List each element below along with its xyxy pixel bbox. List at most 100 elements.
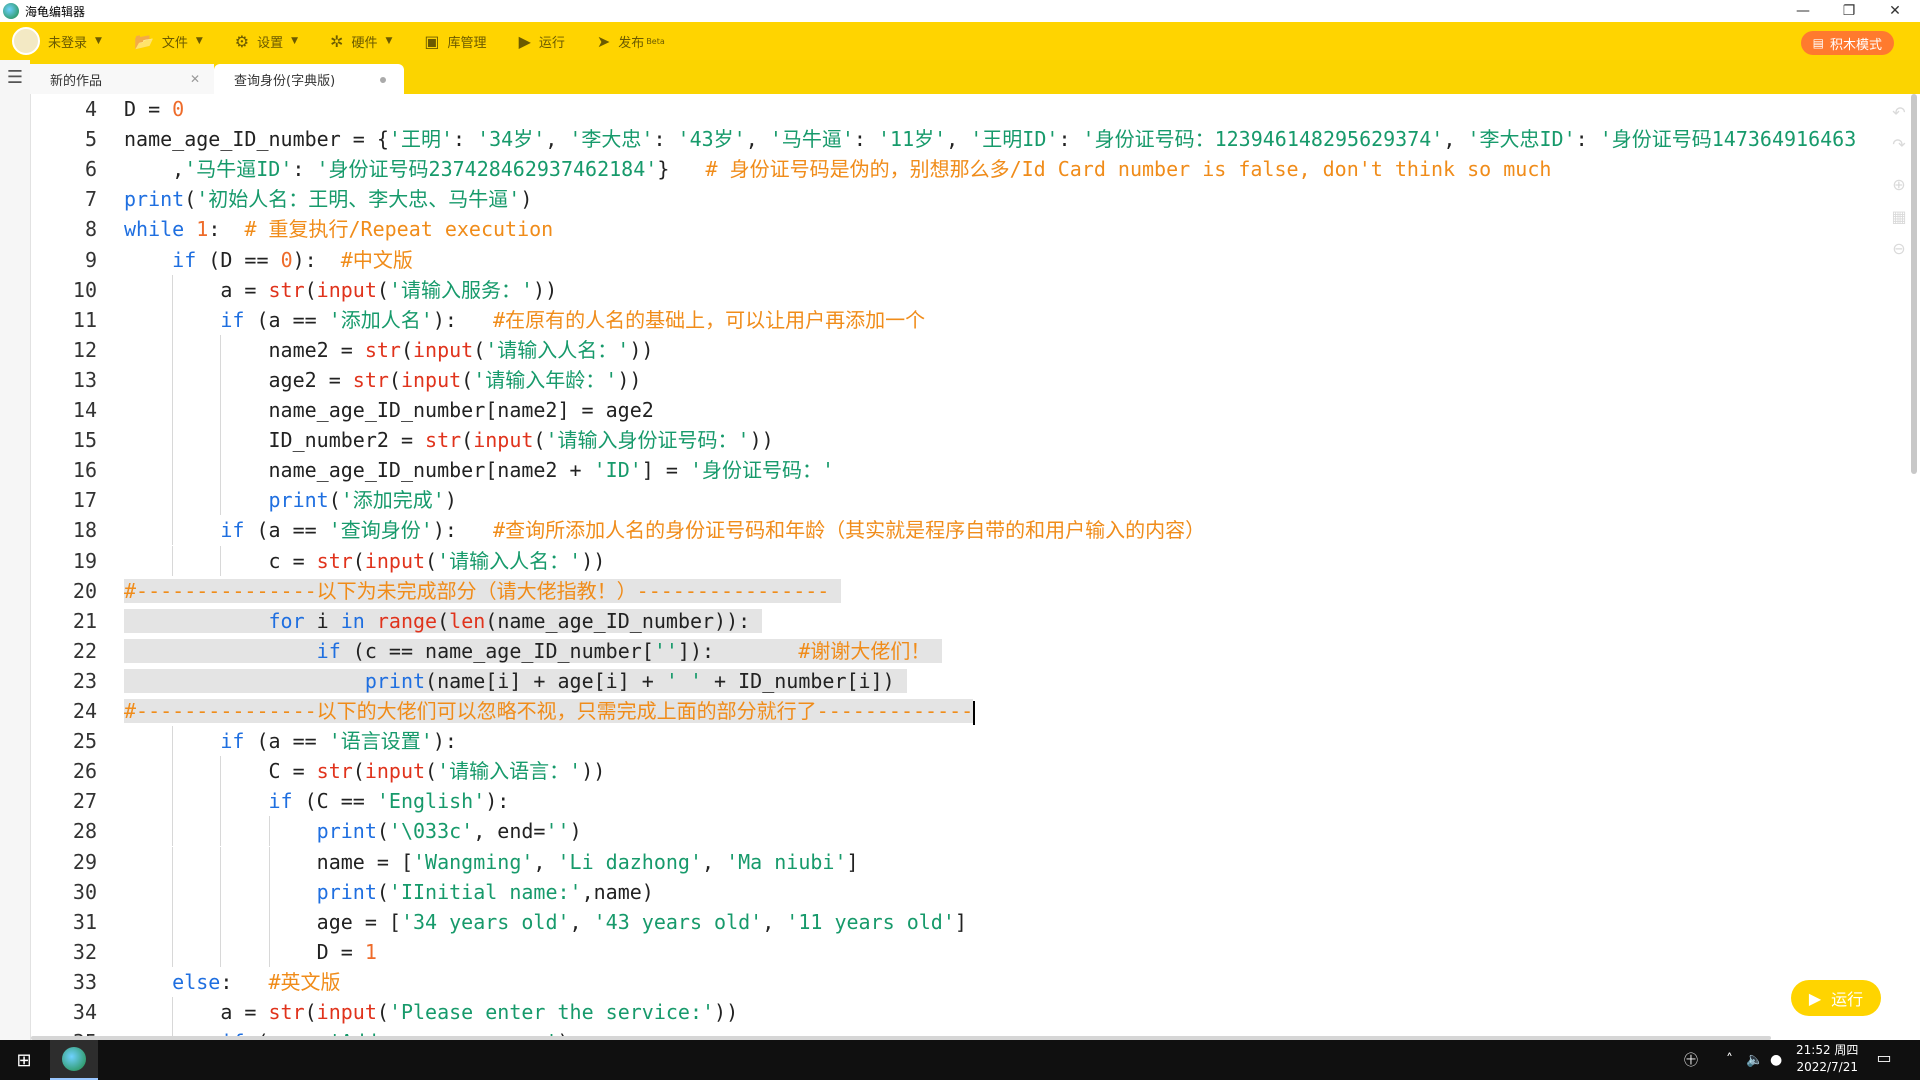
code-text[interactable]: if (a == '语言设置'): bbox=[124, 726, 457, 756]
code-line[interactable]: 23 print(name[i] + age[i] + ' ' + ID_num… bbox=[31, 666, 1908, 696]
tray-expand-icon[interactable]: ˄ bbox=[1726, 1040, 1733, 1080]
code-text[interactable]: D = 1 bbox=[124, 937, 377, 967]
code-line[interactable]: 27 if (C == 'English'): bbox=[31, 786, 1908, 817]
code-line[interactable]: 11 if (a == '添加人名'): #在原有的人名的基础上，可以让用户再添… bbox=[31, 304, 1908, 335]
code-line[interactable]: 8 while 1: # 重复执行/Repeat execution bbox=[31, 214, 1908, 244]
redo-icon[interactable]: ↷ bbox=[1890, 136, 1908, 154]
code-line[interactable]: 21 for i in range(len(name_age_ID_number… bbox=[31, 606, 1908, 636]
tray-app-icon[interactable]: ● bbox=[1770, 1040, 1782, 1080]
code-line[interactable]: 31 age = ['34 years old', '43 years old'… bbox=[31, 906, 1908, 937]
line-number: 7 bbox=[84, 187, 97, 212]
code-line[interactable]: 22 if (c == name_age_ID_number['']): #谢谢… bbox=[31, 636, 1908, 666]
hamburger-menu-icon[interactable]: ☰ bbox=[0, 60, 30, 94]
code-text[interactable]: if (a == 'Add a person name'): bbox=[124, 1027, 581, 1036]
code-line[interactable]: 26 C = str(input('请输入语言：')) bbox=[31, 756, 1908, 787]
code-line[interactable]: 34 a = str(input('Please enter the servi… bbox=[31, 997, 1908, 1027]
code-text[interactable]: age = ['34 years old', '43 years old', '… bbox=[124, 907, 967, 937]
code-line[interactable]: 25 if (a == '语言设置'): bbox=[31, 726, 1908, 757]
code-line[interactable]: 17 print('添加完成') bbox=[31, 485, 1908, 516]
code-line[interactable]: 19 c = str(input('请输入人名：')) bbox=[31, 545, 1908, 576]
code-text[interactable]: print('\033c', end='') bbox=[124, 816, 582, 846]
zoom-in-icon[interactable]: ⊕ bbox=[1890, 176, 1908, 194]
code-text[interactable]: print('初始人名：王明、李大忠、马牛逼') bbox=[124, 184, 532, 214]
code-line[interactable]: 10 a = str(input('请输入服务：')) bbox=[31, 274, 1908, 305]
code-text[interactable]: D = 0 bbox=[124, 94, 184, 124]
windows-start-icon[interactable]: ⊞ bbox=[0, 1040, 48, 1080]
notification-icon[interactable]: ▭ bbox=[1872, 1048, 1896, 1072]
code-text[interactable]: #---------------以下的大佬们可以忽略不视，只需完成上面的部分就行… bbox=[124, 696, 976, 726]
tab-new-work[interactable]: 新的作品 ✕ bbox=[30, 64, 214, 94]
code-line[interactable]: 29 name = ['Wangming', 'Li dazhong', 'Ma… bbox=[31, 846, 1908, 877]
code-line[interactable]: 6 ,'马牛逼ID': '身份证号码237428462937462184'} #… bbox=[31, 154, 1908, 184]
code-text[interactable]: print('IInitial name:',name) bbox=[124, 877, 654, 907]
code-text[interactable]: for i in range(len(name_age_ID_number)): bbox=[124, 606, 763, 636]
code-line[interactable]: 20 #---------------以下为未完成部分（请大佬指教！）------… bbox=[31, 576, 1908, 606]
volume-icon[interactable]: 🔈 bbox=[1746, 1040, 1763, 1080]
vertical-scrollbar[interactable] bbox=[1911, 94, 1917, 474]
code-line[interactable]: 24 #---------------以下的大佬们可以忽略不视，只需完成上面的部分… bbox=[31, 696, 1908, 726]
code-line[interactable]: 28 print('\033c', end='') bbox=[31, 816, 1908, 847]
code-line[interactable]: 4 D = 0 bbox=[31, 94, 1908, 124]
code-line[interactable]: 7 print('初始人名：王明、李大忠、马牛逼') bbox=[31, 184, 1908, 214]
code-text[interactable]: while 1: # 重复执行/Repeat execution bbox=[124, 214, 553, 244]
code-text[interactable]: name_age_ID_number = {'王明': '34岁', '李大忠'… bbox=[124, 124, 1856, 154]
undo-icon[interactable]: ↶ bbox=[1890, 104, 1908, 122]
code-text[interactable]: name_age_ID_number[name2 + 'ID'] = '身份证号… bbox=[124, 455, 834, 485]
tab-query-identity[interactable]: 查询身份(字典版) bbox=[214, 64, 404, 94]
unsaved-dot-icon[interactable] bbox=[380, 77, 386, 83]
settings-menu[interactable]: ⚙ 设置 ▼ bbox=[235, 22, 298, 60]
code-line[interactable]: 5 name_age_ID_number = {'王明': '34岁', '李大忠… bbox=[31, 124, 1908, 154]
code-text[interactable]: age2 = str(input('请输入年龄：')) bbox=[124, 365, 641, 395]
avatar[interactable] bbox=[12, 27, 40, 55]
code-text[interactable]: a = str(input('Please enter the service:… bbox=[124, 997, 738, 1027]
code-line[interactable]: 14 name_age_ID_number[name2] = age2 bbox=[31, 395, 1908, 425]
close-window-button[interactable]: ✕ bbox=[1872, 0, 1918, 22]
code-text[interactable]: c = str(input('请输入人名：')) bbox=[124, 546, 605, 576]
line-number: 11 bbox=[72, 307, 97, 332]
code-text[interactable]: else: #英文版 bbox=[124, 967, 340, 997]
code-line[interactable]: 33 else: #英文版 bbox=[31, 967, 1908, 997]
code-text[interactable]: C = str(input('请输入语言：')) bbox=[124, 756, 605, 786]
taskbar-clock[interactable]: 21:52 周四 2022/7/21 bbox=[1796, 1042, 1858, 1076]
code-line[interactable]: 15 ID_number2 = str(input('请输入身份证号码：')) bbox=[31, 425, 1908, 456]
file-menu[interactable]: 📂 文件 ▼ bbox=[134, 22, 203, 60]
login-menu[interactable]: 未登录 ▼ bbox=[48, 22, 102, 60]
code-line[interactable]: 32 D = 1 bbox=[31, 936, 1908, 967]
ime-icon[interactable]: ㊉ bbox=[1684, 1040, 1698, 1080]
code-text[interactable]: print('添加完成') bbox=[124, 485, 457, 515]
line-number: 21 bbox=[72, 608, 97, 633]
minimize-button[interactable]: — bbox=[1780, 0, 1826, 22]
code-text[interactable]: if (c == name_age_ID_number['']): #谢谢大佬们… bbox=[124, 636, 943, 666]
code-text[interactable]: if (a == '查询身份'): #查询所添加人名的身份证号码和年龄（其实就是… bbox=[124, 515, 1205, 545]
toolbar-run-button[interactable]: ▶ 运行 bbox=[519, 22, 565, 60]
code-editor[interactable]: 4 D = 0 5 name_age_ID_number = {'王明': '34岁'… bbox=[31, 94, 1908, 1036]
code-line[interactable]: 12 name2 = str(input('请输入人名：')) bbox=[31, 334, 1908, 365]
zoom-out-icon[interactable]: ⊖ bbox=[1890, 240, 1908, 258]
code-text[interactable]: name = ['Wangming', 'Li dazhong', 'Ma ni… bbox=[124, 847, 859, 877]
taskbar-app-turtle-editor[interactable] bbox=[50, 1040, 98, 1080]
code-text[interactable]: a = str(input('请输入服务：')) bbox=[124, 275, 557, 305]
code-line[interactable]: 35 if (a == 'Add a person name'): bbox=[31, 1027, 1908, 1036]
block-mode-button[interactable]: ▤ 积木模式 bbox=[1800, 31, 1894, 55]
code-line[interactable]: 9 if (D == 0): #中文版 bbox=[31, 245, 1908, 275]
run-button[interactable]: ▶ 运行 bbox=[1791, 980, 1881, 1016]
code-text[interactable]: if (C == 'English'): bbox=[124, 786, 510, 816]
code-text[interactable]: #---------------以下为未完成部分（请大佬指教！）--------… bbox=[124, 576, 842, 606]
code-text[interactable]: if (D == 0): #中文版 bbox=[124, 245, 413, 275]
code-line[interactable]: 30 print('IInitial name:',name) bbox=[31, 876, 1908, 907]
code-text[interactable]: print(name[i] + age[i] + ' ' + ID_number… bbox=[124, 666, 907, 696]
publish-button[interactable]: ➤ 发布 Beta bbox=[597, 22, 665, 60]
code-text[interactable]: name2 = str(input('请输入人名：')) bbox=[124, 335, 653, 365]
code-line[interactable]: 16 name_age_ID_number[name2 + 'ID'] = '身… bbox=[31, 455, 1908, 486]
restore-button[interactable]: ❐ bbox=[1826, 0, 1872, 22]
code-line[interactable]: 13 age2 = str(input('请输入年龄：')) bbox=[31, 364, 1908, 395]
code-text[interactable]: ID_number2 = str(input('请输入身份证号码：')) bbox=[124, 425, 773, 455]
code-text[interactable]: name_age_ID_number[name2] = age2 bbox=[124, 395, 653, 425]
code-text[interactable]: if (a == '添加人名'): #在原有的人名的基础上，可以让用户再添加一个 bbox=[124, 305, 925, 335]
hardware-menu[interactable]: ✲ 硬件 ▼ bbox=[330, 22, 392, 60]
library-manager-button[interactable]: ▣ 库管理 bbox=[424, 22, 486, 60]
format-icon[interactable]: ▦ bbox=[1890, 208, 1908, 226]
code-line[interactable]: 18 if (a == '查询身份'): #查询所添加人名的身份证号码和年龄（其… bbox=[31, 515, 1908, 546]
code-text[interactable]: ,'马牛逼ID': '身份证号码237428462937462184'} # 身… bbox=[124, 154, 1551, 184]
close-icon[interactable]: ✕ bbox=[190, 72, 200, 86]
